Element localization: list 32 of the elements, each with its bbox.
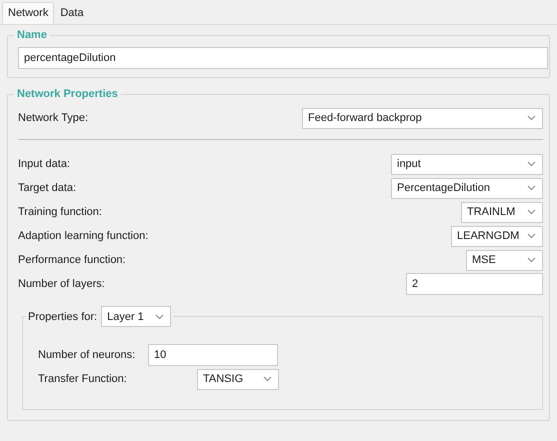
tab[interactable]: Network xyxy=(2,2,54,24)
chevron-icon xyxy=(527,185,536,191)
text-field[interactable]: 2 xyxy=(406,273,543,295)
chevron-icon xyxy=(527,161,536,167)
dropdown[interactable]: LEARNGDM xyxy=(451,226,543,246)
field-label: Performance function: xyxy=(18,254,126,266)
dropdown[interactable]: Feed-forward backprop xyxy=(302,108,543,128)
field-label: Input data: xyxy=(18,158,70,170)
dropdown[interactable]: input xyxy=(391,154,543,174)
field-label: Network Type: xyxy=(18,112,88,124)
field-label: Training function: xyxy=(18,206,102,218)
chevron-icon xyxy=(527,257,536,263)
dropdown[interactable]: TANSIG xyxy=(197,368,279,390)
group-title: Name xyxy=(16,29,48,41)
field-label: Number of neurons: xyxy=(38,349,136,361)
text-field[interactable]: 10 xyxy=(148,344,278,366)
field-label: Properties for: xyxy=(28,310,98,322)
chevron-icon xyxy=(527,115,536,121)
chevron-icon xyxy=(263,376,272,382)
field-label: Transfer Function: xyxy=(38,373,128,385)
chevron-icon xyxy=(155,314,164,320)
field-label: Target data: xyxy=(18,182,76,194)
dropdown[interactable]: MSE xyxy=(466,250,543,270)
dropdown[interactable]: Layer 1 xyxy=(101,306,172,327)
dropdown[interactable]: PercentageDilution xyxy=(391,178,543,198)
chevron-icon xyxy=(527,233,536,239)
chevron-icon xyxy=(527,209,536,215)
field-label: Adaption learning function: xyxy=(18,230,148,242)
dropdown[interactable]: TRAINLM xyxy=(461,202,543,222)
field-label: Number of layers: xyxy=(18,278,105,290)
group-title: Network Properties xyxy=(16,88,119,100)
text-field[interactable]: percentageDilution xyxy=(18,47,548,69)
